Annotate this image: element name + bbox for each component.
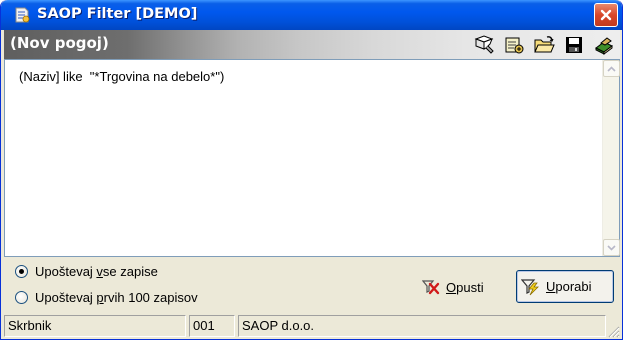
condition-text[interactable]: (Naziv] like "*Trgovina na debelo*") xyxy=(19,69,224,84)
condition-header: (Nov pogoj) xyxy=(4,30,620,59)
chevron-down-icon xyxy=(607,244,616,251)
save-disk-icon xyxy=(566,36,582,53)
book-button[interactable] xyxy=(592,33,616,57)
option-first-records-label: Upoštevaj prvih 100 zapisov xyxy=(35,290,198,305)
option-first-records[interactable]: Upoštevaj prvih 100 zapisov xyxy=(15,290,198,305)
condition-name: (Nov pogoj) xyxy=(10,34,109,52)
scroll-up-button[interactable] xyxy=(603,60,620,77)
vertical-scrollbar[interactable] xyxy=(602,60,620,256)
option-all-records[interactable]: Upoštevaj vse zapise xyxy=(15,264,158,279)
status-user: Skrbnik xyxy=(4,315,186,337)
open-folder-icon xyxy=(534,35,555,52)
edit-condition-button[interactable] xyxy=(472,33,496,57)
cancel-button[interactable]: Opusti xyxy=(419,275,507,299)
filter-remove-icon xyxy=(422,280,440,295)
condition-editor[interactable]: (Naziv] like "*Trgovina na debelo*") xyxy=(4,59,620,257)
status-company: SAOP d.o.o. xyxy=(238,315,606,337)
scroll-down-button[interactable] xyxy=(603,239,620,256)
apply-button[interactable]: Uporabi xyxy=(516,270,614,303)
close-button[interactable] xyxy=(594,3,618,27)
apply-button-label: Uporabi xyxy=(546,279,592,294)
filter-window: SAOP Filter [DEMO] (Nov pogoj) (Naziv] l… xyxy=(0,0,623,340)
radio-all-records[interactable] xyxy=(15,265,28,278)
wizard-icon xyxy=(505,37,524,53)
filter-apply-icon xyxy=(521,278,539,295)
wizard-button[interactable] xyxy=(502,33,526,57)
edit-condition-icon xyxy=(474,34,494,54)
status-code: 001 xyxy=(189,315,235,337)
app-icon xyxy=(13,6,31,24)
status-bar: Skrbnik 001 SAOP d.o.o. xyxy=(1,314,622,339)
title-bar[interactable]: SAOP Filter [DEMO] xyxy=(1,0,622,30)
toolbar xyxy=(472,32,616,57)
window-title: SAOP Filter [DEMO] xyxy=(37,6,198,22)
option-all-records-label: Upoštevaj vse zapise xyxy=(35,264,158,279)
close-icon xyxy=(600,9,612,21)
cancel-button-label: Opusti xyxy=(446,279,484,295)
chevron-up-icon xyxy=(607,65,616,72)
save-button[interactable] xyxy=(562,33,586,57)
resize-grip-icon[interactable] xyxy=(606,324,620,338)
open-button[interactable] xyxy=(532,33,556,57)
radio-first-records[interactable] xyxy=(15,291,28,304)
book-icon xyxy=(595,36,613,55)
